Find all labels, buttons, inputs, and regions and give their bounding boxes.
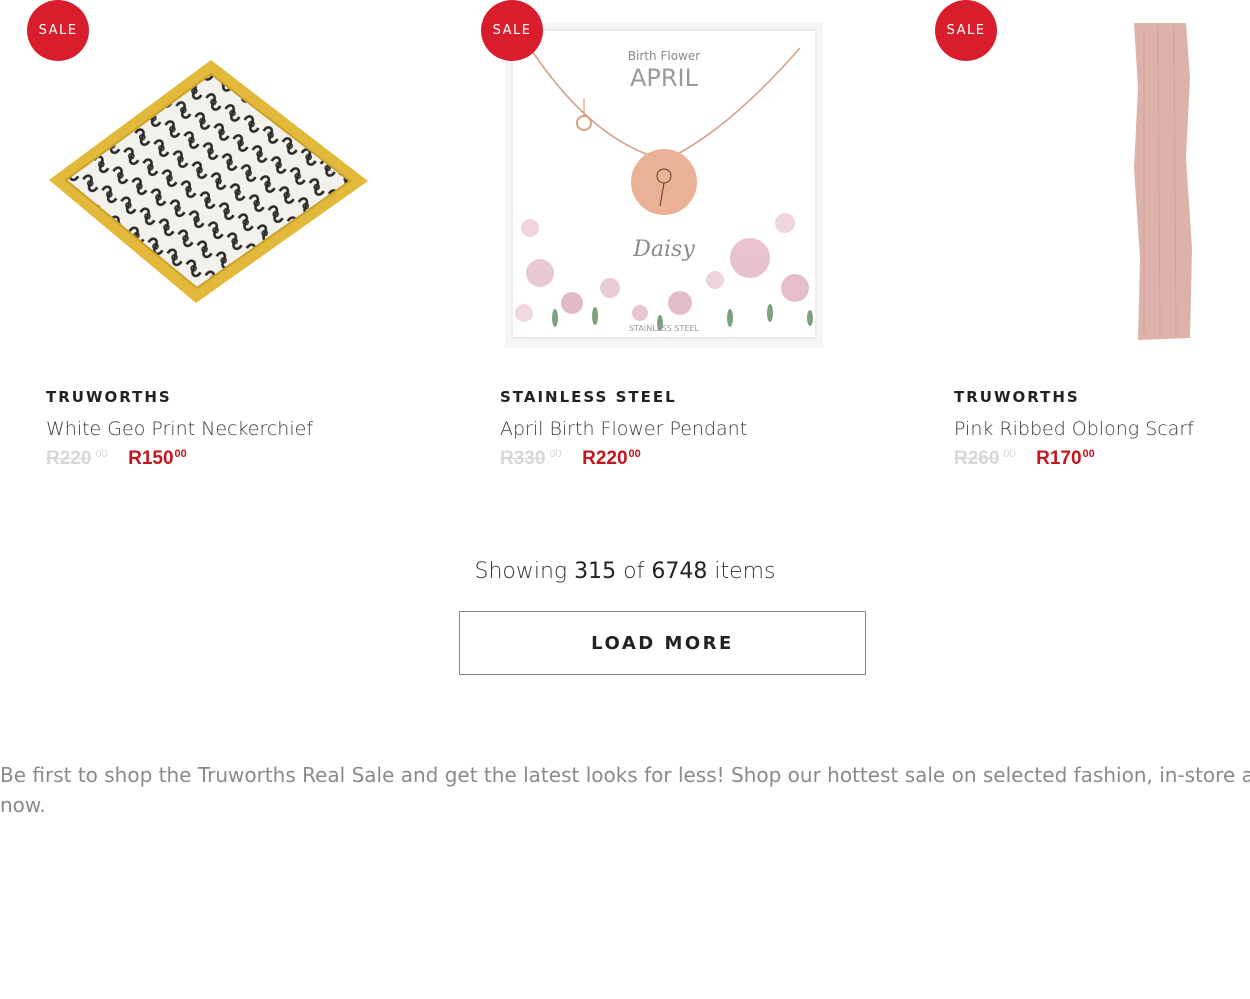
results-count: Showing 315 of 6748 items bbox=[0, 559, 1250, 584]
product-name[interactable]: Pink Ribbed Oblong Scarf bbox=[954, 418, 1194, 440]
sale-description: Be first to shop the Truworths Real Sale… bbox=[0, 760, 1250, 830]
card-subtitle: Birth Flower bbox=[628, 49, 700, 63]
original-price-cents: 00 bbox=[1003, 448, 1016, 460]
card-material: STAINLESS STEEL bbox=[629, 324, 699, 333]
sale-price: R220 bbox=[582, 448, 628, 469]
sale-price: R150 bbox=[128, 448, 174, 469]
original-price-cents: 00 bbox=[95, 448, 108, 460]
product-brand: TRUWORTHS bbox=[954, 388, 1080, 406]
product-card[interactable]: SALE TRUWORTHS White Geo Print Neckerchi… bbox=[0, 0, 420, 490]
price-row: R220 00 R15000 bbox=[46, 448, 187, 474]
results-of: of bbox=[623, 559, 645, 584]
product-image[interactable] bbox=[46, 18, 376, 353]
product-image[interactable] bbox=[954, 18, 1250, 353]
original-price: R260 bbox=[954, 448, 1000, 469]
neckerchief-image bbox=[49, 60, 368, 303]
sale-badge: SALE bbox=[481, 0, 543, 61]
sale-price-cents: 00 bbox=[1082, 448, 1095, 460]
pendant-image: Birth Flower APRIL Daisy STAINLESS STEEL bbox=[505, 23, 823, 348]
product-brand: TRUWORTHS bbox=[46, 388, 172, 406]
load-more-button[interactable]: LOAD MORE bbox=[459, 611, 866, 675]
product-card[interactable]: SALE Birth Flower APRIL Daisy STAINLESS … bbox=[454, 0, 874, 490]
card-flower-name: Daisy bbox=[632, 237, 695, 262]
product-image[interactable]: Birth Flower APRIL Daisy STAINLESS STEEL bbox=[500, 18, 830, 353]
price-row: R260 00 R17000 bbox=[954, 448, 1095, 474]
description-line: now. bbox=[0, 793, 46, 817]
results-prefix: Showing bbox=[474, 559, 568, 584]
product-name[interactable]: April Birth Flower Pendant bbox=[500, 418, 747, 440]
results-suffix: items bbox=[714, 559, 776, 584]
scarf-image bbox=[1134, 23, 1192, 340]
sale-price-cents: 00 bbox=[174, 448, 187, 460]
sale-price-cents: 00 bbox=[628, 448, 641, 460]
sale-price: R170 bbox=[1036, 448, 1082, 469]
sale-badge: SALE bbox=[935, 0, 997, 61]
description-line: Be first to shop the Truworths Real Sale… bbox=[0, 763, 1250, 787]
product-name[interactable]: White Geo Print Neckerchief bbox=[46, 418, 313, 440]
results-total: 6748 bbox=[651, 559, 708, 584]
original-price: R220 bbox=[46, 448, 92, 469]
sale-badge: SALE bbox=[27, 0, 89, 61]
product-card[interactable]: SALE TRUWORTHS Pink Ribbed Oblong Scarf … bbox=[908, 0, 1250, 490]
original-price: R330 bbox=[500, 448, 546, 469]
results-shown: 315 bbox=[574, 559, 617, 584]
product-brand: STAINLESS STEEL bbox=[500, 388, 677, 406]
original-price-cents: 00 bbox=[549, 448, 562, 460]
price-row: R330 00 R22000 bbox=[500, 448, 641, 474]
card-month: APRIL bbox=[630, 64, 699, 92]
